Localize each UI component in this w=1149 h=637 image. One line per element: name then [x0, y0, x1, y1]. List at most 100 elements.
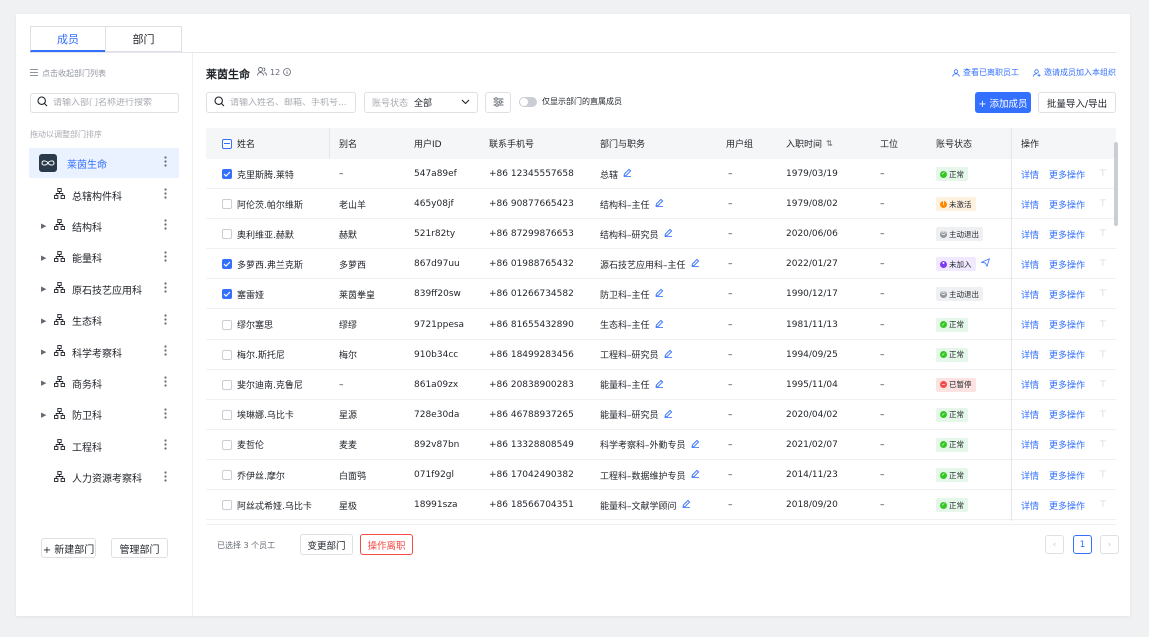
table-row[interactable]: 斐尔迪南.克鲁尼 – 861a09zx +86 20838900283 能量科–主任 – 1…	[206, 370, 1116, 400]
row-checkbox[interactable]	[222, 349, 232, 360]
detail-link[interactable]: 详情	[1021, 310, 1039, 340]
department-tree-item[interactable]: ▶ 科学考察科	[29, 336, 179, 367]
column-settings-button[interactable]	[485, 92, 511, 113]
row-checkbox[interactable]	[222, 500, 232, 511]
department-tree-item[interactable]: 人力资源考察科	[29, 462, 179, 493]
table-row[interactable]: 奥利维亚.赫默 赫默 521r82ty +86 87299876653 结构科–研究员 –…	[206, 219, 1116, 250]
send-invite-icon[interactable]	[979, 258, 990, 270]
invite-members-link[interactable]: 邀请成员加入本组织	[1033, 67, 1116, 78]
caret-right-icon[interactable]: ▶	[41, 317, 46, 325]
tab-members[interactable]: 成员	[30, 26, 106, 52]
more-vertical-icon[interactable]	[164, 470, 167, 485]
detail-link[interactable]: 详情	[1021, 279, 1039, 309]
caret-right-icon[interactable]: ▶	[41, 379, 46, 387]
caret-right-icon[interactable]: ▶	[41, 254, 46, 262]
caret-right-icon[interactable]: ▶	[41, 222, 46, 230]
row-checkbox[interactable]	[222, 199, 232, 210]
row-checkbox[interactable]	[222, 169, 232, 179]
batch-import-export-button[interactable]: 批量导入/导出	[1038, 92, 1116, 113]
more-vertical-icon[interactable]	[164, 219, 167, 233]
row-checkbox[interactable]	[222, 259, 232, 270]
more-vertical-icon[interactable]	[164, 439, 167, 453]
info-icon[interactable]	[283, 67, 292, 78]
more-actions-link[interactable]: 更多操作	[1049, 310, 1085, 340]
account-status-select[interactable]: 账号状态 全部	[364, 92, 478, 113]
row-checkbox[interactable]	[222, 289, 232, 300]
row-checkbox[interactable]	[222, 439, 232, 450]
department-tree-item[interactable]: ▶ 能量科	[29, 242, 179, 273]
department-tree-item[interactable]: ▶ 防卫科	[29, 399, 179, 430]
edit-icon[interactable]	[663, 228, 673, 240]
edit-icon[interactable]	[690, 469, 700, 481]
table-row[interactable]: 缪尔塞思 缪缪 9721ppesa +86 81655432890 生态科–主任 – 198…	[206, 310, 1116, 340]
more-vertical-icon[interactable]	[164, 376, 167, 390]
edit-icon[interactable]	[663, 349, 673, 361]
department-search-input[interactable]	[53, 98, 171, 108]
caret-right-icon[interactable]: ▶	[41, 348, 46, 356]
select-all-checkbox[interactable]	[222, 138, 232, 149]
prev-page-button[interactable]: ‹	[1045, 535, 1064, 554]
more-actions-link[interactable]: 更多操作	[1049, 370, 1085, 400]
detail-link[interactable]: 详情	[1021, 400, 1039, 430]
department-tree-item[interactable]: 总辖构件科	[29, 179, 179, 210]
more-vertical-icon[interactable]	[164, 282, 167, 296]
more-actions-link[interactable]: 更多操作	[1049, 400, 1085, 430]
detail-link[interactable]: 详情	[1021, 219, 1039, 249]
manage-department-button[interactable]: 管理部门	[111, 538, 168, 558]
departed-members-link[interactable]: 查看已离职员工	[952, 67, 1019, 78]
sort-icon[interactable]: ⇅	[826, 139, 833, 148]
more-vertical-icon[interactable]	[164, 345, 167, 359]
table-row[interactable]: 梅尔.斯托尼 梅尔 910b34cc +86 18499283456 工程科–研究员 – 1…	[206, 340, 1116, 370]
table-row[interactable]: 塞雷娅 莱茵拳皇 839ff20sw +86 01266734582 防卫科–主任 – 19…	[206, 279, 1116, 310]
pin-top-icon[interactable]: ⊤	[1099, 370, 1107, 400]
edit-icon[interactable]	[654, 379, 664, 391]
tab-departments[interactable]: 部门	[105, 26, 182, 52]
row-checkbox[interactable]	[222, 470, 232, 480]
detail-link[interactable]: 详情	[1021, 159, 1039, 189]
table-row[interactable]: 阿丝忒希娅.乌比卡 星极 18991sza +86 18566704351 能量科–文献…	[206, 490, 1116, 521]
more-actions-link[interactable]: 更多操作	[1049, 159, 1085, 189]
vertical-scrollbar[interactable]	[1114, 142, 1118, 226]
pin-top-icon[interactable]: ⊤	[1099, 460, 1107, 490]
collapse-sidebar-toggle[interactable]: 点击收起部门列表	[30, 68, 106, 79]
department-tree-item[interactable]: ▶ 生态科	[29, 305, 179, 336]
more-actions-link[interactable]: 更多操作	[1049, 219, 1085, 249]
edit-icon[interactable]	[623, 168, 632, 180]
detail-link[interactable]: 详情	[1021, 490, 1039, 520]
pin-top-icon[interactable]: ⊤	[1099, 430, 1107, 460]
direct-members-toggle[interactable]	[519, 96, 537, 107]
more-vertical-icon[interactable]	[164, 408, 167, 422]
more-vertical-icon[interactable]	[164, 251, 167, 265]
caret-right-icon[interactable]: ▶	[41, 411, 46, 419]
department-tree-item[interactable]: 工程科	[29, 431, 179, 462]
edit-icon[interactable]	[690, 439, 700, 451]
col-join-date[interactable]: 入职时间 ⇅	[786, 128, 833, 159]
pin-top-icon[interactable]: ⊤	[1099, 490, 1107, 520]
table-row[interactable]: 乔伊丝.摩尔 白面鸮 071f92gl +86 17042490382 工程科–数据维护…	[206, 460, 1116, 490]
edit-icon[interactable]	[690, 258, 700, 270]
add-member-button[interactable]: + 添加成员	[975, 92, 1031, 113]
new-department-button[interactable]: + 新建部门	[41, 538, 96, 558]
more-actions-link[interactable]: 更多操作	[1049, 279, 1085, 309]
pin-top-icon[interactable]: ⊤	[1099, 340, 1107, 370]
more-actions-link[interactable]: 更多操作	[1049, 189, 1085, 219]
row-checkbox[interactable]	[222, 409, 232, 420]
pin-top-icon[interactable]: ⊤	[1099, 219, 1107, 249]
table-row[interactable]: 埃琳娜.乌比卡 星源 728e30da +86 46788937265 能量科–研究员 –…	[206, 400, 1116, 430]
member-search-input[interactable]	[230, 97, 352, 108]
row-checkbox[interactable]	[222, 379, 232, 390]
change-department-button[interactable]: 变更部门	[300, 534, 353, 555]
edit-icon[interactable]	[663, 409, 673, 421]
pin-top-icon[interactable]: ⊤	[1099, 159, 1107, 189]
more-actions-link[interactable]: 更多操作	[1049, 460, 1085, 490]
detail-link[interactable]: 详情	[1021, 430, 1039, 460]
department-tree-item[interactable]: 莱茵生命	[29, 148, 179, 178]
pin-top-icon[interactable]: ⊤	[1099, 310, 1107, 340]
edit-icon[interactable]	[654, 288, 664, 300]
department-tree-item[interactable]: ▶ 结构科	[29, 211, 179, 242]
resign-button[interactable]: 操作离职	[360, 534, 413, 555]
detail-link[interactable]: 详情	[1021, 460, 1039, 490]
pin-top-icon[interactable]: ⊤	[1099, 400, 1107, 430]
page-1-button[interactable]: 1	[1073, 535, 1092, 554]
row-checkbox[interactable]	[222, 229, 232, 240]
